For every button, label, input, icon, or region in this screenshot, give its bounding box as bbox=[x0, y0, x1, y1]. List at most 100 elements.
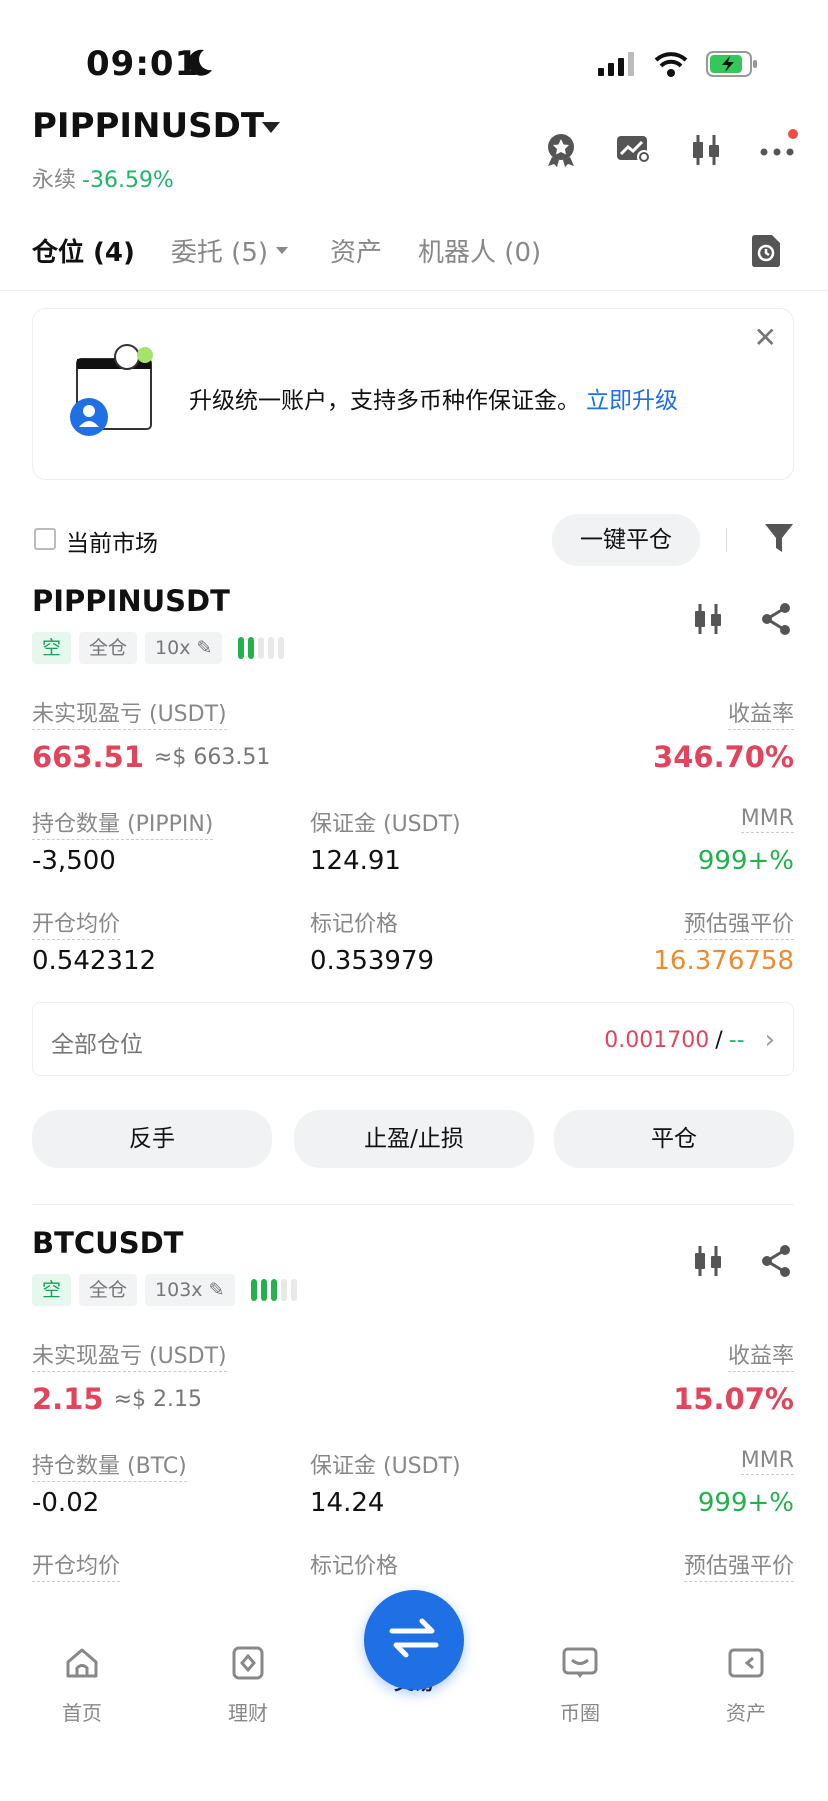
tp-sl-button[interactable]: 止盈/止损 bbox=[294, 1110, 534, 1168]
position-qty: -3,500 bbox=[32, 846, 116, 876]
nav-community-label: 币圈 bbox=[560, 1701, 600, 1725]
wifi-icon bbox=[654, 51, 688, 81]
reverse-button[interactable]: 反手 bbox=[32, 1110, 272, 1168]
mmr-value: 999+% bbox=[697, 846, 794, 876]
position-actions bbox=[692, 602, 792, 640]
mmr-value: 999+% bbox=[697, 1488, 794, 1518]
position-symbol[interactable]: PIPPINUSDT bbox=[32, 584, 230, 618]
chevron-right-icon: › bbox=[764, 1025, 775, 1055]
wallet-icon bbox=[696, 1646, 796, 1685]
entry-price: 0.542312 bbox=[32, 946, 157, 976]
nav-finance[interactable]: 理财 bbox=[198, 1646, 298, 1726]
swap-arrows-icon bbox=[388, 1618, 440, 1662]
leverage-tag[interactable]: 103x ✎ bbox=[145, 1274, 235, 1306]
nav-finance-label: 理财 bbox=[228, 1701, 268, 1725]
nav-home-label: 首页 bbox=[62, 1701, 102, 1725]
margin-value: 14.24 bbox=[310, 1488, 385, 1518]
side-tag: 空 bbox=[32, 632, 72, 664]
all-positions-value: 0.001700 bbox=[604, 1027, 710, 1053]
unrealized-pnl: 2.15 bbox=[32, 1382, 104, 1416]
all-positions-label: 全部仓位 bbox=[51, 1032, 143, 1058]
entry-price-label: 开仓均价 bbox=[32, 906, 121, 940]
position-qty: -0.02 bbox=[32, 1488, 100, 1518]
tab-assets[interactable]: 资产 bbox=[330, 232, 382, 269]
finance-icon bbox=[198, 1646, 298, 1685]
pnl-row: 2.15 ≈$ 2.15 bbox=[32, 1382, 202, 1416]
nav-assets-label: 资产 bbox=[726, 1701, 766, 1725]
side-tag: 空 bbox=[32, 1274, 72, 1306]
roe-value: 346.70% bbox=[653, 740, 794, 774]
liq-price: 16.376758 bbox=[653, 946, 794, 976]
symbol-subtitle: 永续 -36.59% bbox=[32, 162, 174, 194]
trade-fab-button[interactable] bbox=[364, 1590, 464, 1690]
close-all-button[interactable]: 一键平仓 bbox=[552, 514, 700, 566]
candlestick-icon[interactable] bbox=[692, 602, 724, 640]
mmr-label: MMR bbox=[740, 1448, 794, 1475]
more-icon[interactable] bbox=[760, 128, 798, 162]
margin-label: 保证金 (USDT) bbox=[310, 1454, 461, 1479]
current-market-label: 当前市场 bbox=[66, 531, 158, 557]
symbol-title[interactable]: PIPPINUSDT bbox=[32, 106, 264, 146]
leverage-value: 10x bbox=[155, 637, 191, 659]
all-positions-values: 0.001700 / -- › bbox=[604, 1025, 775, 1055]
badge-icon[interactable] bbox=[544, 132, 578, 172]
account-illustration-icon bbox=[69, 343, 161, 443]
all-positions-dash: -- bbox=[728, 1027, 745, 1053]
pnl-label: 未实现盈亏 (USDT) bbox=[32, 1338, 227, 1372]
position-tabs: 仓位 (4) 委托 (5) 资产 机器人 (0) bbox=[32, 232, 541, 269]
mark-price-label: 标记价格 bbox=[310, 912, 399, 937]
banner-text: 升级统一账户，支持多币种作保证金。 bbox=[189, 388, 580, 414]
battery-icon bbox=[706, 50, 758, 82]
unrealized-pnl: 663.51 bbox=[32, 740, 144, 774]
margin-mode-tag: 全仓 bbox=[79, 1274, 138, 1306]
margin-label: 保证金 (USDT) bbox=[310, 812, 461, 837]
chart-settings-icon[interactable] bbox=[616, 135, 652, 169]
entry-price-label: 开仓均价 bbox=[32, 1548, 121, 1582]
roe-label: 收益率 bbox=[727, 1338, 794, 1372]
price-change: -36.59% bbox=[82, 168, 174, 193]
upgrade-link[interactable]: 立即升级 bbox=[586, 388, 678, 414]
leverage-value: 103x bbox=[155, 1279, 203, 1301]
roe-label: 收益率 bbox=[727, 696, 794, 730]
roe-value: 15.07% bbox=[673, 1382, 794, 1416]
leverage-tag[interactable]: 10x ✎ bbox=[145, 632, 223, 664]
qty-label: 持仓数量 (PIPPIN) bbox=[32, 806, 214, 840]
close-icon[interactable]: ✕ bbox=[754, 321, 777, 354]
margin-mode-tag: 全仓 bbox=[79, 632, 138, 664]
position-actions bbox=[692, 1244, 792, 1282]
contract-type: 永续 bbox=[32, 168, 77, 193]
nav-community[interactable]: 币圈 bbox=[530, 1646, 630, 1726]
home-icon bbox=[32, 1646, 132, 1685]
nav-assets[interactable]: 资产 bbox=[696, 1646, 796, 1726]
pnl-row: 663.51 ≈$ 663.51 bbox=[32, 740, 270, 774]
all-positions-row[interactable]: 全部仓位 0.001700 / -- › bbox=[32, 1002, 794, 1076]
pnl-approx: ≈$ 2.15 bbox=[113, 1386, 202, 1412]
upgrade-banner: 升级统一账户，支持多币种作保证金。 立即升级 ✕ bbox=[32, 308, 794, 480]
candlestick-icon[interactable] bbox=[690, 133, 722, 171]
share-icon[interactable] bbox=[760, 1244, 792, 1282]
edit-icon: ✎ bbox=[208, 1279, 225, 1301]
risk-level-bars bbox=[238, 637, 285, 659]
tab-orders[interactable]: 委托 (5) bbox=[170, 232, 289, 269]
qty-label: 持仓数量 (BTC) bbox=[32, 1448, 187, 1482]
history-doc-icon[interactable] bbox=[750, 234, 782, 272]
tab-bots[interactable]: 机器人 (0) bbox=[418, 232, 541, 269]
tab-orders-label: 委托 (5) bbox=[170, 238, 269, 268]
orders-dropdown-icon bbox=[276, 247, 289, 254]
tabs-divider bbox=[0, 290, 828, 291]
symbol-dropdown-icon[interactable] bbox=[262, 122, 280, 133]
all-positions-separator: / bbox=[715, 1027, 723, 1053]
filter-icon[interactable] bbox=[764, 522, 794, 558]
position-symbol[interactable]: BTCUSDT bbox=[32, 1226, 183, 1260]
position-tags: 空 全仓 10x ✎ bbox=[32, 632, 285, 664]
current-market-checkbox[interactable] bbox=[34, 528, 56, 550]
candlestick-icon[interactable] bbox=[692, 1244, 724, 1282]
close-position-button[interactable]: 平仓 bbox=[554, 1110, 794, 1168]
risk-level-bars bbox=[250, 1279, 297, 1301]
tab-positions[interactable]: 仓位 (4) bbox=[32, 232, 135, 269]
nav-home[interactable]: 首页 bbox=[32, 1646, 132, 1726]
liq-price-label: 预估强平价 bbox=[683, 1548, 794, 1582]
moon-icon bbox=[186, 48, 214, 82]
share-icon[interactable] bbox=[760, 602, 792, 640]
community-icon bbox=[530, 1646, 630, 1685]
